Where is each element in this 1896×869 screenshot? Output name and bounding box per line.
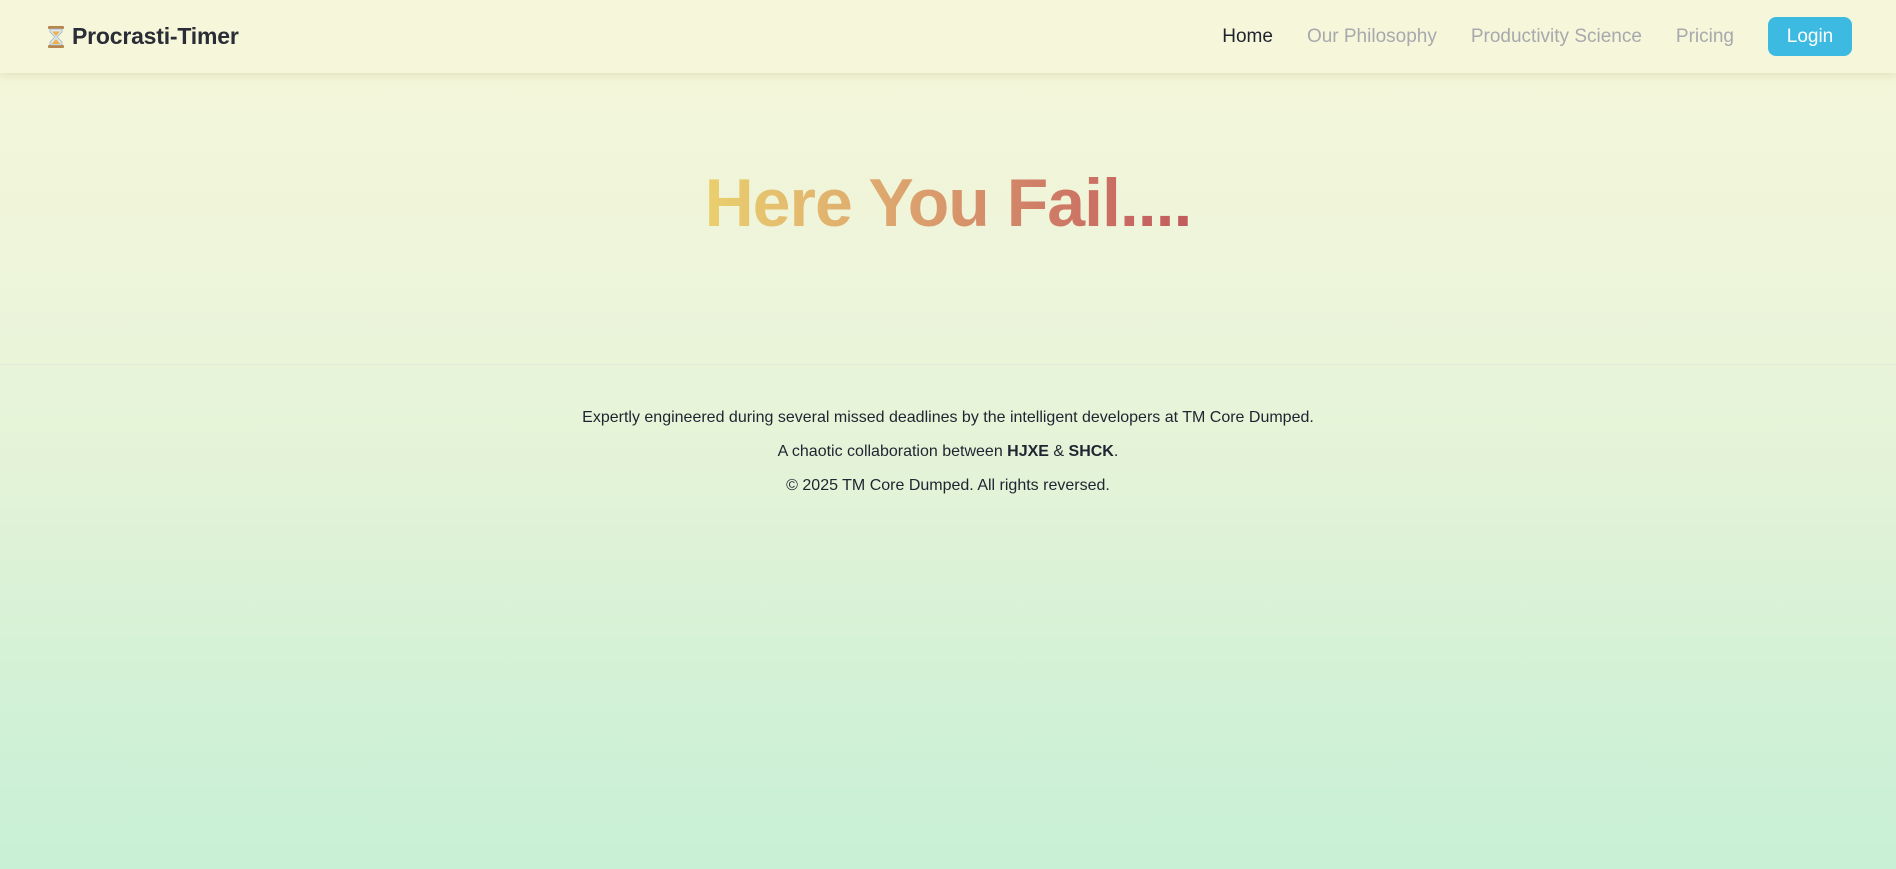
- hero-title-text: Here You Fail....: [704, 165, 1193, 241]
- nav-link-our-philosophy[interactable]: Our Philosophy: [1307, 26, 1437, 48]
- footer-copyright: © 2025 TM Core Dumped. All rights revers…: [786, 477, 1110, 494]
- footer-author-shck: SHCK: [1068, 443, 1114, 460]
- nav-link-home[interactable]: Home: [1222, 26, 1273, 48]
- footer-ampersand: &: [1048, 443, 1069, 460]
- brand-name: Procrasti-Timer: [72, 23, 239, 49]
- hourglass-icon: [46, 25, 66, 49]
- footer-collaboration-prefix: A chaotic collaboration between: [777, 443, 1008, 460]
- login-button[interactable]: Login: [1768, 17, 1852, 56]
- footer-credits: Expertly engineered during several misse…: [582, 409, 1314, 426]
- main-nav: Home Our Philosophy Productivity Science…: [1188, 17, 1852, 56]
- hero-title: Here You Fail....: [0, 169, 1896, 237]
- footer-collaboration-suffix: .: [1113, 443, 1119, 460]
- top-navbar: Procrasti-Timer Home Our Philosophy Prod…: [0, 0, 1896, 73]
- footer-author-hjxe: HJXE: [1007, 443, 1049, 460]
- hero-section: Here You Fail....: [0, 73, 1896, 365]
- brand[interactable]: Procrasti-Timer: [46, 23, 239, 50]
- footer: Expertly engineered during several misse…: [0, 401, 1896, 503]
- footer-collaboration: A chaotic collaboration between HJXE & S…: [0, 435, 1896, 469]
- nav-link-productivity-science[interactable]: Productivity Science: [1471, 26, 1642, 48]
- nav-link-pricing[interactable]: Pricing: [1676, 26, 1734, 48]
